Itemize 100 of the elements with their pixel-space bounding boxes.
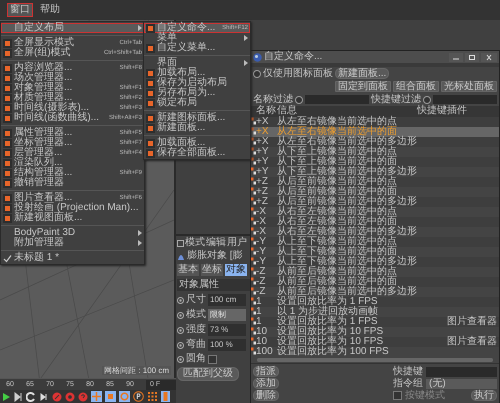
animation-dot-icon[interactable]: [177, 312, 184, 318]
square-icon: [3, 48, 12, 58]
keyframe-icon[interactable]: [39, 392, 49, 402]
panel-menu-item[interactable]: 编辑: [206, 238, 226, 248]
record-icon[interactable]: [65, 392, 75, 402]
menu-item[interactable]: 渲染队列...: [1, 158, 144, 168]
command-row[interactable]: -Z 从前至后镜像当前选中的多边形: [251, 287, 499, 297]
shortcut-field[interactable]: [426, 366, 497, 376]
column-header[interactable]: 快捷键: [417, 106, 447, 117]
filter-field[interactable]: [433, 95, 497, 104]
command-row[interactable]: 10 设置回放比率为 10 FPS 图片查看器: [251, 337, 499, 347]
number-field[interactable]: 73 %: [208, 324, 246, 336]
dropdown-field[interactable]: 限制: [208, 309, 246, 321]
column-header[interactable]: 信息: [277, 106, 417, 117]
radio-button[interactable]: [253, 70, 261, 78]
animation-dot-icon[interactable]: [177, 326, 184, 334]
square-icon: [146, 24, 155, 32]
filter-field[interactable]: [305, 95, 369, 104]
menu-item[interactable]: BodyPaint 3D: [1, 228, 144, 238]
checkbox[interactable]: [208, 354, 217, 364]
step-forward-icon[interactable]: [14, 392, 23, 402]
panel-menu-item[interactable]: 模式: [185, 238, 205, 248]
command-button[interactable]: 删除: [253, 390, 279, 401]
command-row[interactable]: 100 设置回放比率为 100 FPS: [251, 347, 499, 357]
command-row[interactable]: -Y 从上至下镜像当前选中的多边形: [251, 257, 499, 267]
command-row[interactable]: +Y 从下至上镜像当前选中的多边形: [251, 167, 499, 177]
command-row[interactable]: +Z 从后至前镜像当前选中的面: [251, 187, 499, 197]
new-palette-button[interactable]: 新建面板...: [335, 68, 390, 79]
parameter-icon[interactable]: [133, 391, 144, 402]
palette-button[interactable]: 光标处面板: [441, 81, 497, 92]
command-button[interactable]: 指派: [253, 366, 279, 377]
menu-item[interactable]: 新建视图面板...: [1, 213, 144, 223]
menu-item[interactable]: 保存为启动布局: [144, 78, 250, 88]
palette-button[interactable]: 固定到面板: [335, 81, 391, 92]
menubar-item[interactable]: 帮助: [38, 4, 62, 16]
horizontal-scrollbar[interactable]: [257, 358, 493, 362]
play-icon[interactable]: [2, 392, 11, 402]
fit-to-parent-button[interactable]: 匹配到父级: [177, 367, 239, 381]
group-dropdown[interactable]: (无): [426, 378, 497, 388]
menu-item[interactable]: 投射绘画 (Projection Man)...: [1, 203, 144, 213]
palette-button[interactable]: 组合面板: [393, 81, 439, 92]
command-row[interactable]: 1 设置回放比率为 1 FPS 图片查看器: [251, 317, 499, 327]
command-row[interactable]: +Y 从下至上镜像当前选中的点: [251, 147, 499, 157]
radio-button[interactable]: [423, 96, 431, 104]
menu-item[interactable]: 新建图标面板...: [144, 113, 250, 123]
attribute-tab[interactable]: 对象: [225, 264, 247, 276]
attribute-tab[interactable]: 坐标: [201, 264, 223, 276]
command-row[interactable]: -Y 从上至下镜像当前选中的面: [251, 247, 499, 257]
minimize-icon[interactable]: [449, 52, 463, 62]
animation-dot-icon[interactable]: [177, 296, 184, 304]
square-icon: [3, 204, 12, 212]
field-label: 模式: [186, 310, 206, 320]
menu-item[interactable]: 自定义菜单...: [144, 43, 250, 53]
dot-grid-icon[interactable]: [147, 391, 158, 402]
checkbox[interactable]: [393, 391, 402, 400]
panel-menu-item[interactable]: 用户: [227, 238, 247, 248]
execute-button[interactable]: 执行: [471, 390, 497, 401]
command-row[interactable]: +X 从左至右镜像当前选中的点: [251, 117, 499, 127]
menu-item[interactable]: 保存全部面板...: [144, 148, 250, 158]
menu-item[interactable]: 附加管理器: [1, 238, 144, 248]
column-header[interactable]: 插件: [447, 106, 497, 117]
command-row[interactable]: -Z 从前至后镜像当前选中的点: [251, 267, 499, 277]
command-row[interactable]: -Z 从前至后镜像当前选中的面: [251, 277, 499, 287]
menu-item[interactable]: 未标题 1 *: [1, 253, 144, 263]
command-row[interactable]: -X 从右至左镜像当前选中的点: [251, 207, 499, 217]
command-row[interactable]: 1 以 1 为步进回放动画帧: [251, 307, 499, 317]
animation-dot-icon[interactable]: [177, 342, 184, 348]
menu-item[interactable]: 自定义布局: [1, 23, 144, 33]
column-header[interactable]: 名称: [256, 106, 277, 117]
command-row[interactable]: 1 设置回放比率为 1 FPS: [251, 297, 499, 307]
menu-item[interactable]: 菜单: [144, 33, 250, 43]
radio-button[interactable]: [295, 96, 303, 104]
help-icon[interactable]: [78, 392, 88, 402]
checkbox-label: 按键模式: [405, 390, 445, 400]
command-row[interactable]: +Y 从下至上镜像当前选中的面: [251, 157, 499, 167]
menu-item[interactable]: 新建面板...: [144, 123, 250, 133]
menu-item[interactable]: 另存布局为...: [144, 88, 250, 98]
menubar-item[interactable]: 窗口: [8, 4, 32, 16]
loop-icon[interactable]: [26, 392, 36, 402]
command-row[interactable]: +Z 从后至前镜像当前选中的多边形: [251, 197, 499, 207]
command-row[interactable]: +Z 从后至前镜像当前选中的点: [251, 177, 499, 187]
attribute-tab[interactable]: 基本: [177, 264, 199, 276]
menu-item[interactable]: 加载面板...: [144, 138, 250, 148]
animation-dot-icon[interactable]: [177, 356, 184, 362]
command-row[interactable]: 10 设置回放比率为 10 FPS: [251, 327, 499, 337]
command-row[interactable]: -Y 从上至下镜像当前选中的点: [251, 237, 499, 247]
maximize-icon[interactable]: [465, 52, 479, 62]
command-button[interactable]: 添加: [253, 378, 279, 389]
number-field[interactable]: 100 %: [208, 339, 246, 351]
command-row[interactable]: -X 从右至左镜像当前选中的多边形: [251, 227, 499, 237]
menu-item[interactable]: 锁定布局: [144, 98, 250, 108]
close-icon[interactable]: [481, 52, 497, 62]
menu-item[interactable]: 界面: [144, 58, 250, 68]
menu-icon[interactable]: [177, 240, 184, 246]
menu-item[interactable]: 加载布局...: [144, 68, 250, 78]
number-field[interactable]: 100 cm: [208, 294, 246, 306]
command-row[interactable]: +X 从左至右镜像当前选中的多边形: [251, 137, 499, 147]
menu-item[interactable]: 场次管理器...: [1, 73, 144, 83]
command-row[interactable]: -X 从右至左镜像当前选中的面: [251, 217, 499, 227]
menu-item[interactable]: 撤销管理器: [1, 178, 144, 188]
